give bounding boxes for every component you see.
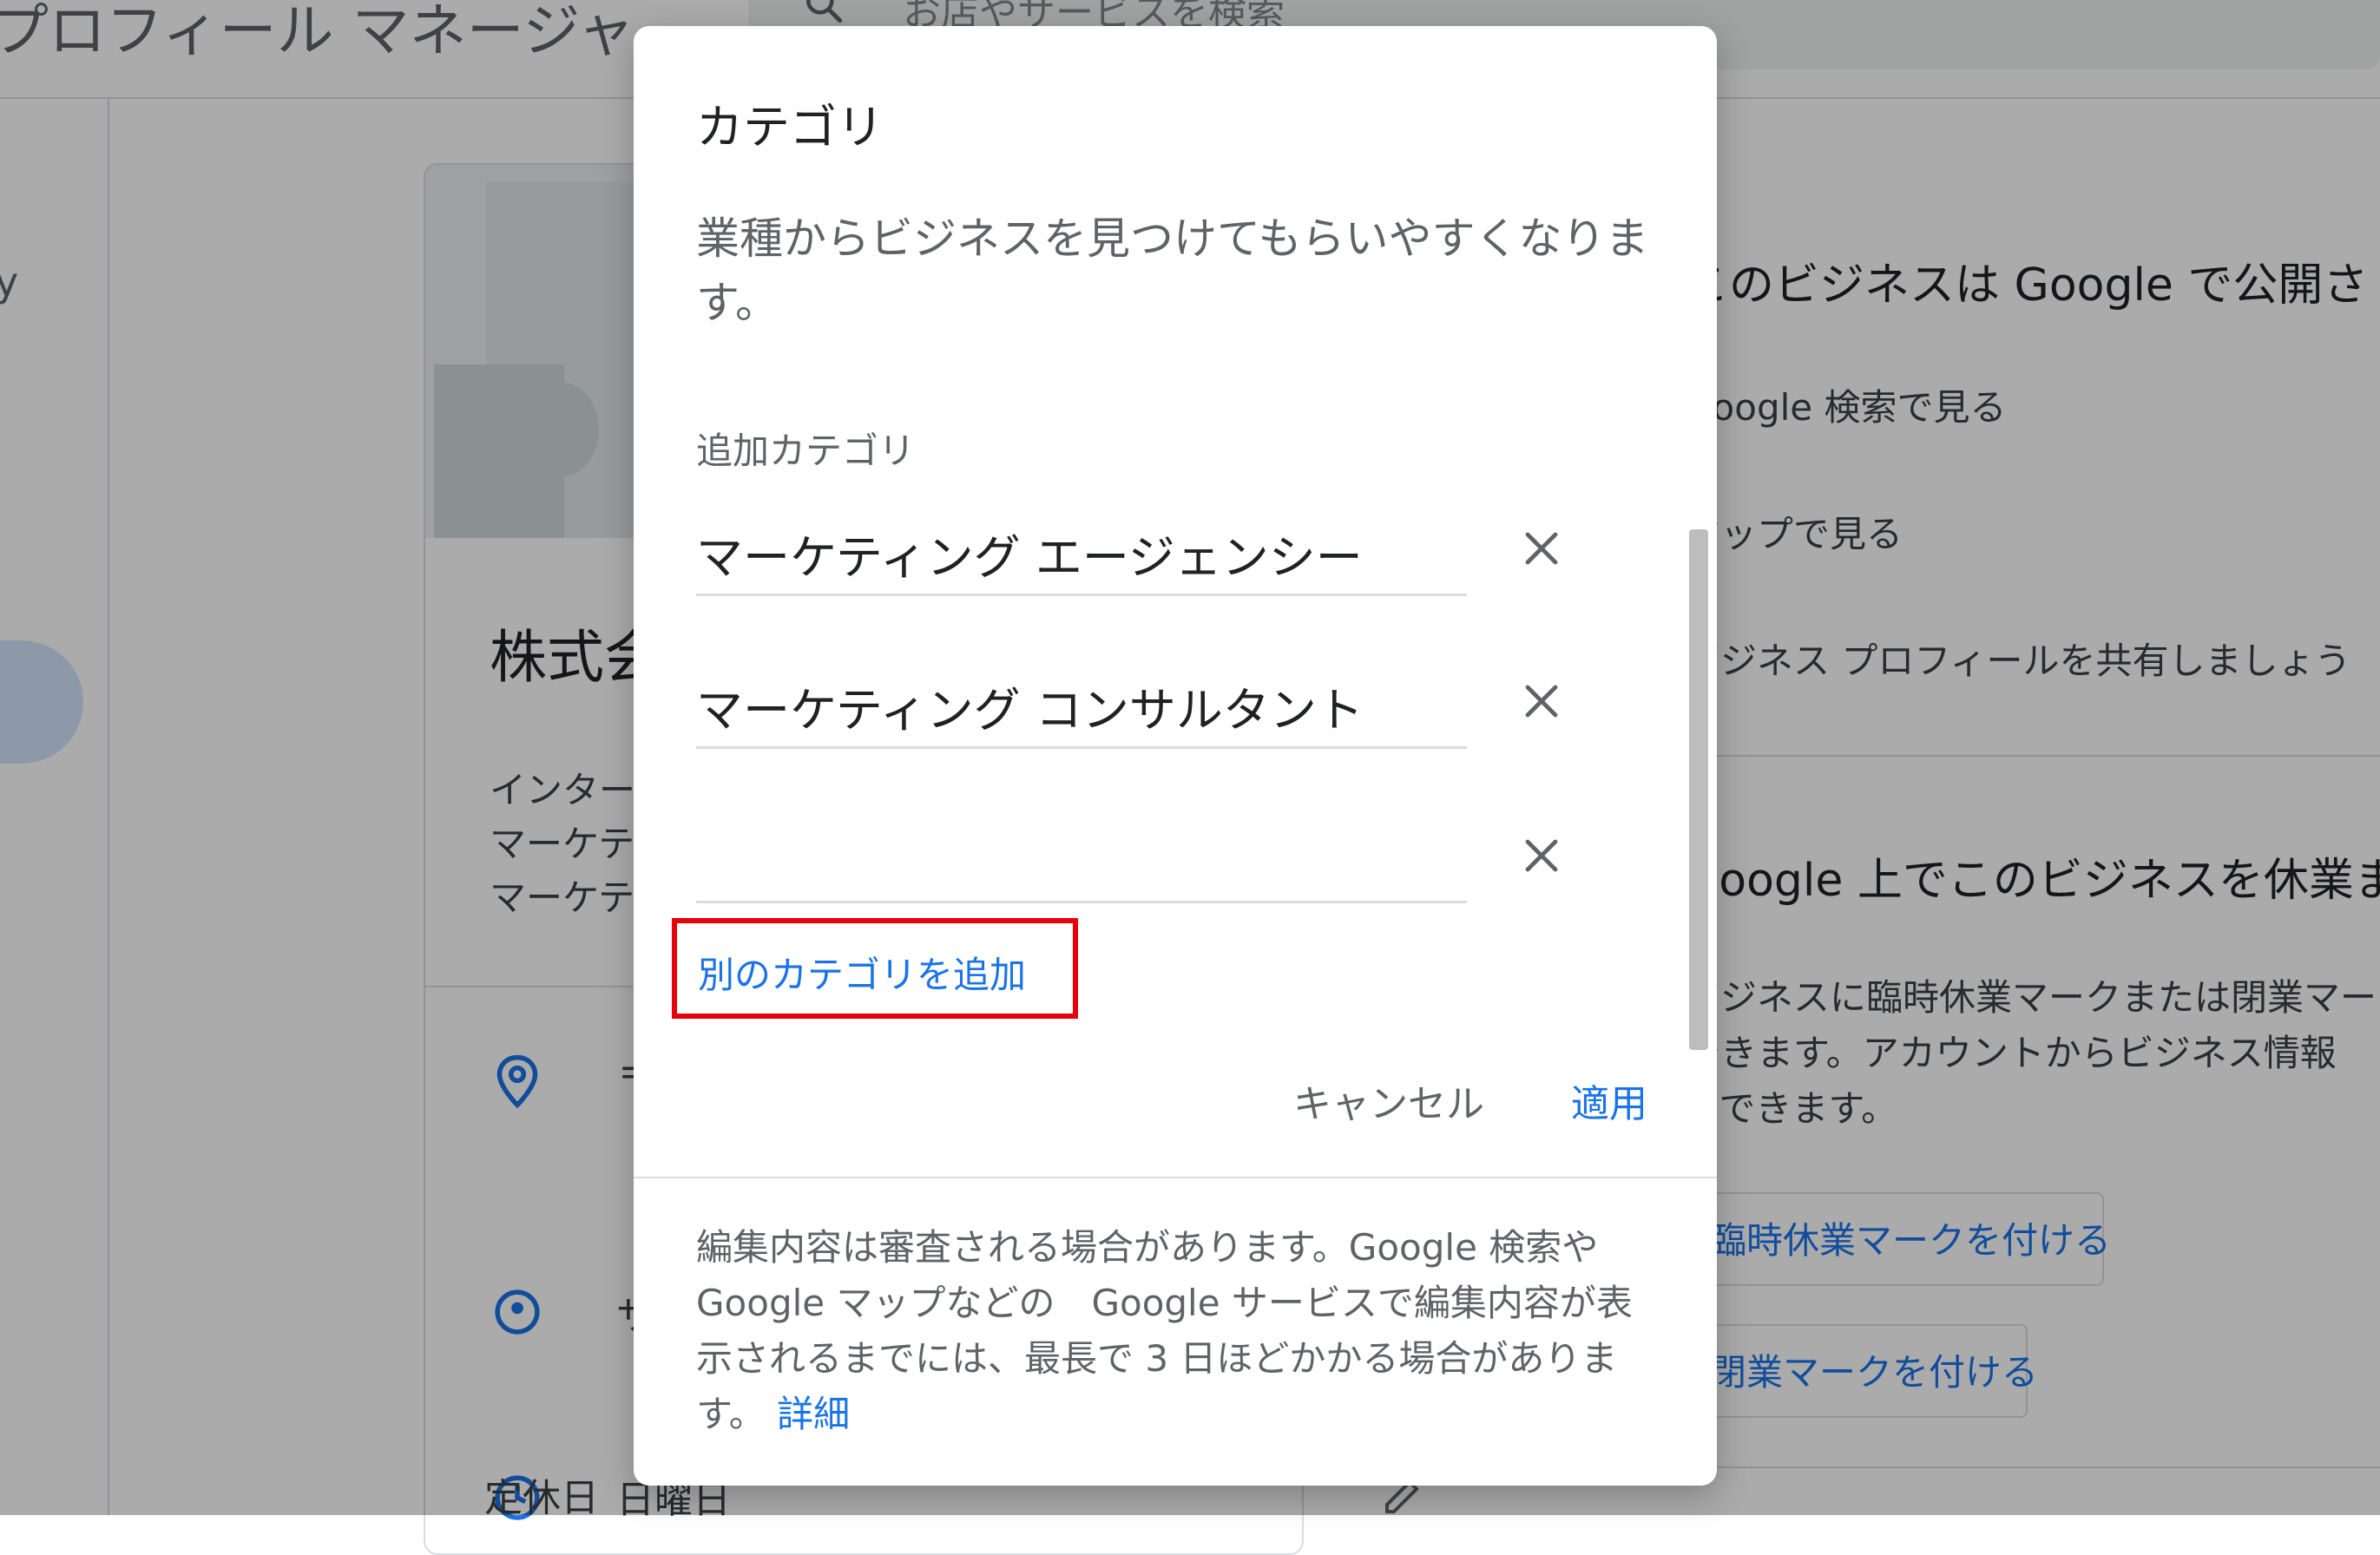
divider bbox=[634, 1177, 1717, 1178]
close-icon bbox=[1525, 685, 1558, 718]
footer-text-line: Google マップなどの Google サービスで編集内容が表 bbox=[696, 1282, 1633, 1324]
dialog-footer-note: 編集内容は審査される場合があります。Google 検索や Google マップな… bbox=[696, 1220, 1660, 1442]
dialog-title: カテゴリ bbox=[696, 100, 884, 154]
remove-category-button[interactable] bbox=[1509, 668, 1575, 734]
add-category-link[interactable]: 別のカテゴリを追加 bbox=[698, 946, 1026, 999]
apply-button[interactable]: 適用 bbox=[1571, 1073, 1647, 1128]
scrollbar-thumb[interactable] bbox=[1689, 529, 1708, 1050]
close-icon bbox=[1525, 532, 1558, 565]
category-field bbox=[696, 510, 1467, 596]
category-input[interactable] bbox=[696, 830, 1460, 890]
highlight-box: 別のカテゴリを追加 bbox=[672, 918, 1078, 1019]
footer-text-line: す。 詳細 bbox=[696, 1387, 1660, 1442]
category-field bbox=[696, 817, 1467, 903]
category-dialog: カテゴリ 業種からビジネスを見つけてもらいやすくなりま す。 追加カテゴリ 別の… bbox=[634, 26, 1717, 1486]
footer-text-line: 編集内容は審査される場合があります。Google 検索や bbox=[696, 1226, 1599, 1269]
remove-category-button[interactable] bbox=[1509, 823, 1575, 889]
category-field bbox=[696, 663, 1467, 749]
close-icon bbox=[1525, 839, 1558, 872]
learn-more-link[interactable]: 詳細 bbox=[777, 1393, 850, 1435]
dialog-description-line: 業種からビジネスを見つけてもらいやすくなりま bbox=[696, 213, 1649, 264]
footer-text-line: 示されるまでには、最長で 3 日ほどかかる場合がありま bbox=[696, 1337, 1618, 1380]
additional-categories-label: 追加カテゴリ bbox=[696, 430, 916, 472]
footer-text: す。 bbox=[696, 1393, 766, 1435]
remove-category-button[interactable] bbox=[1509, 515, 1575, 581]
dialog-description-line: す。 bbox=[696, 278, 779, 328]
cancel-button[interactable]: キャンセル bbox=[1293, 1073, 1484, 1128]
dialog-description: 業種からビジネスを見つけてもらいやすくなりま す。 bbox=[696, 207, 1651, 335]
category-input[interactable] bbox=[696, 675, 1460, 736]
category-input[interactable] bbox=[696, 522, 1460, 583]
